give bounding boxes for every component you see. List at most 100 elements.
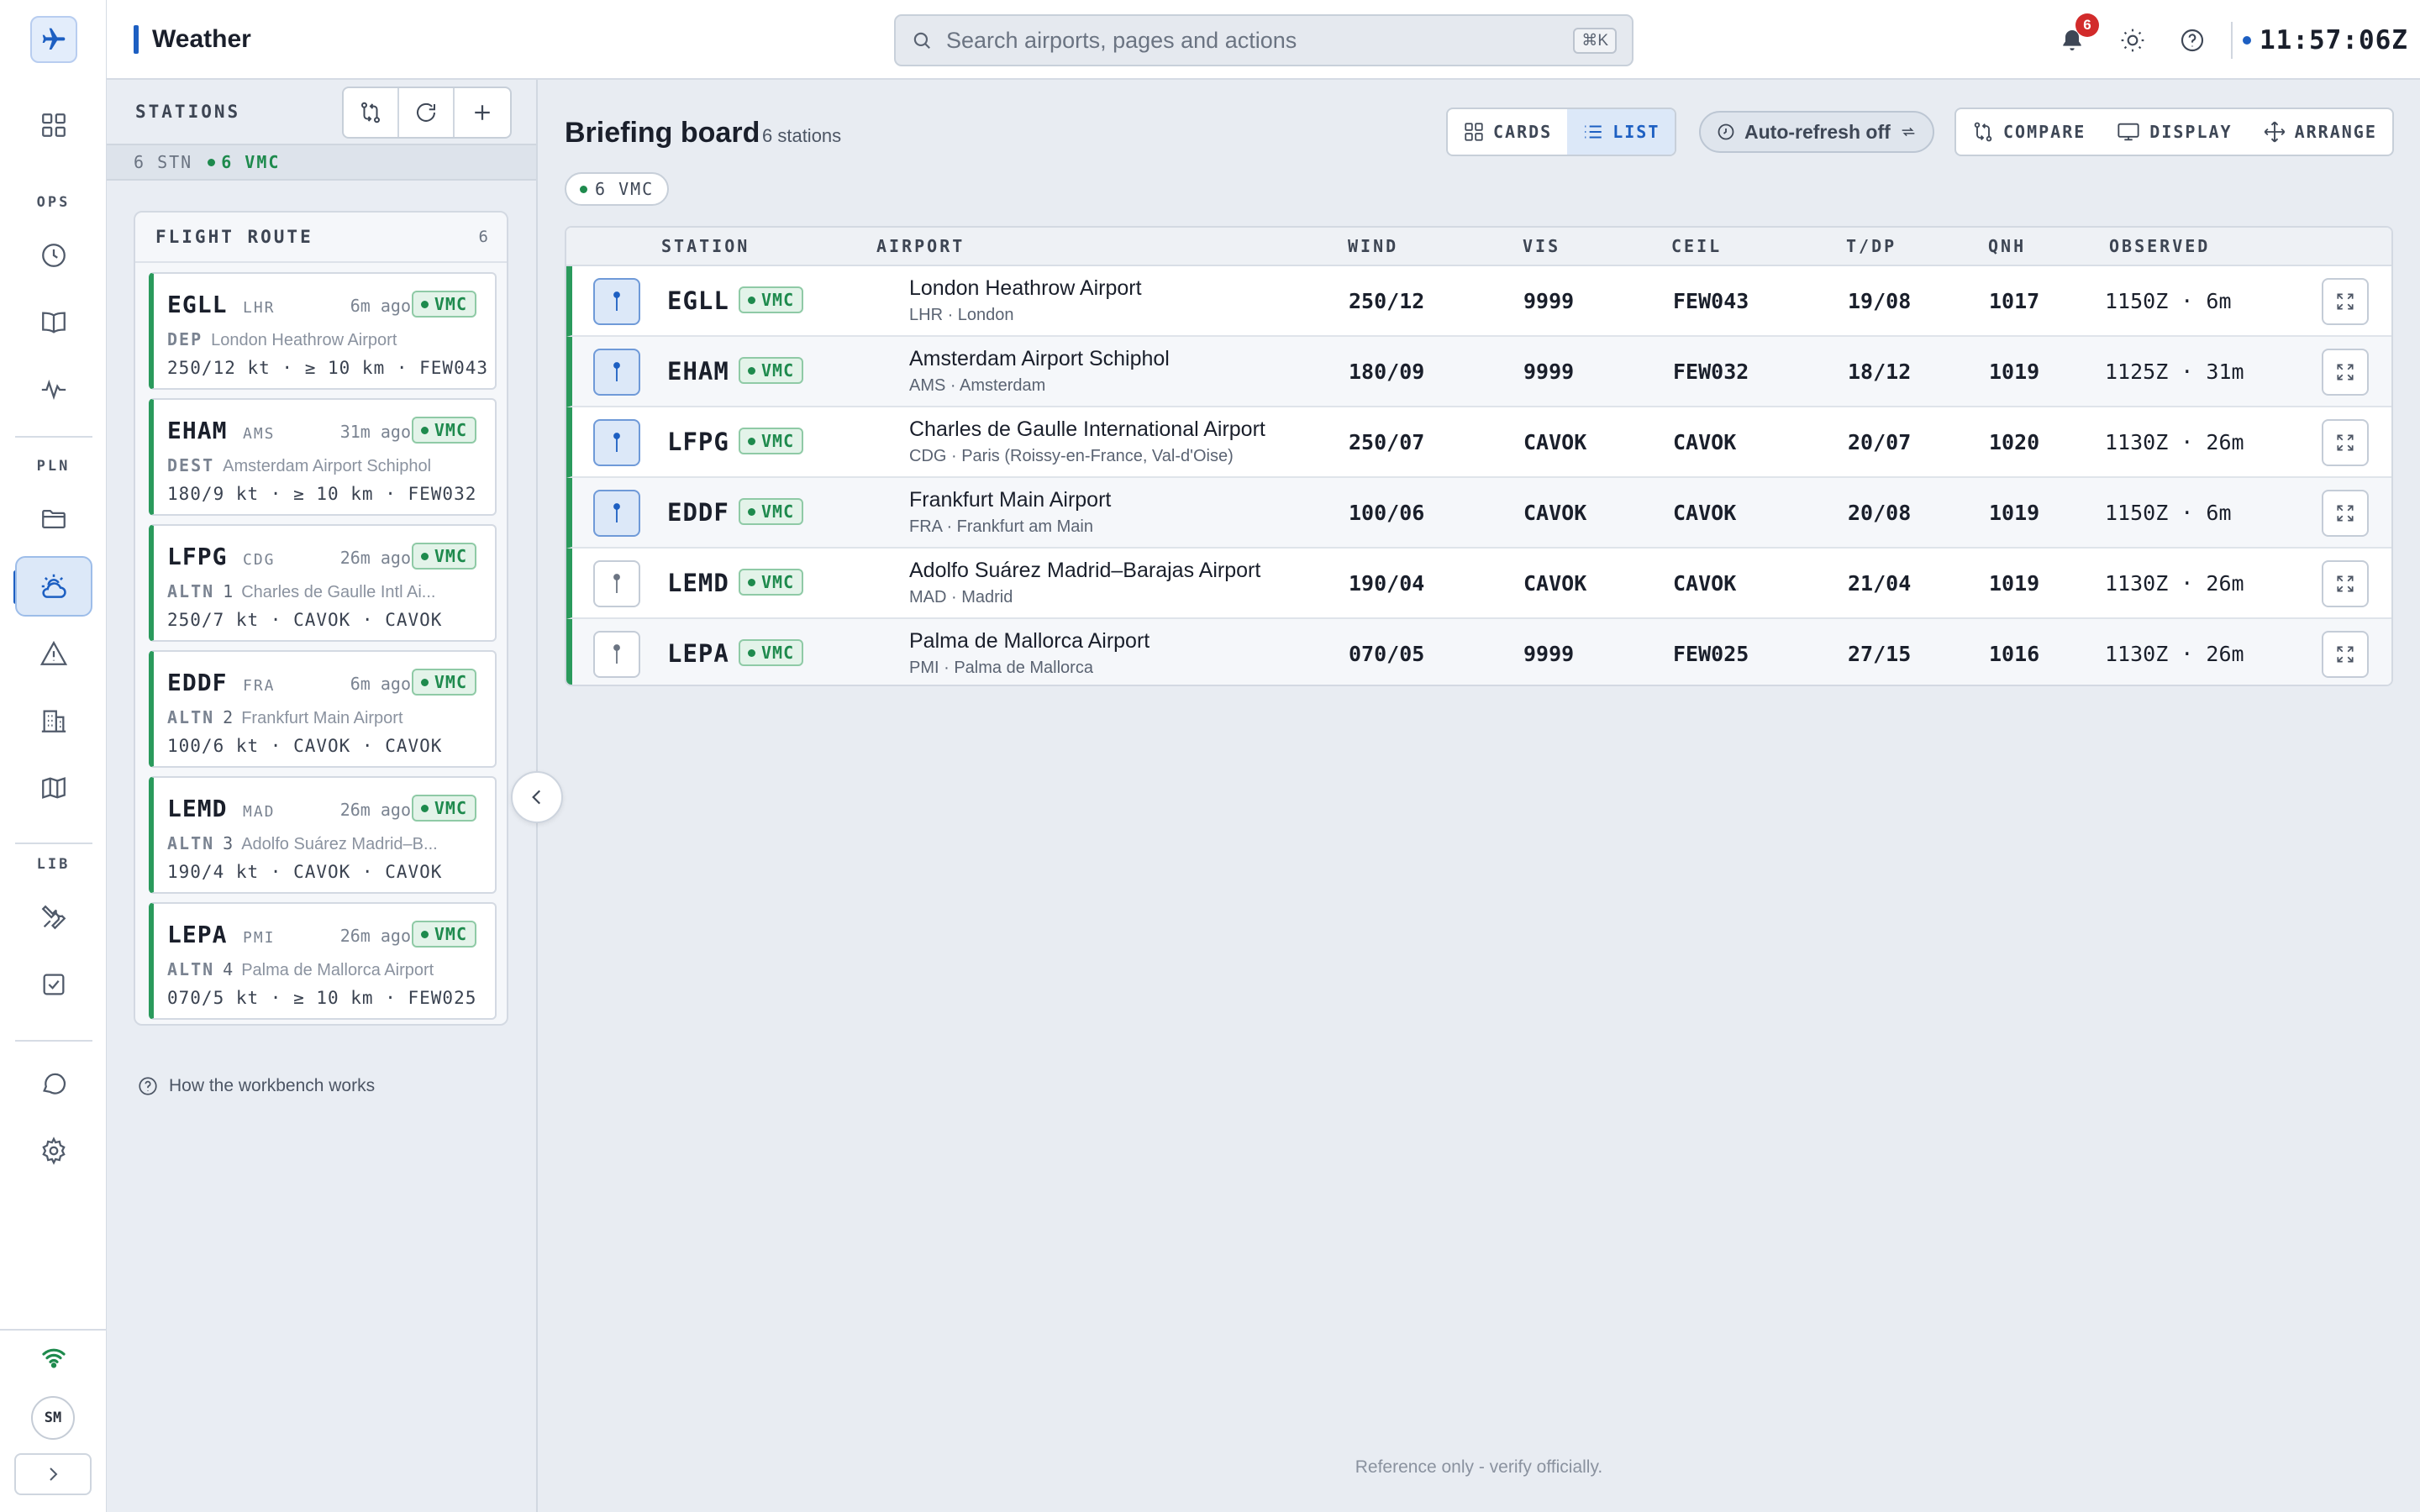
column-vis[interactable]: VIS	[1523, 236, 1560, 256]
checklist-icon[interactable]	[15, 954, 92, 1015]
airport-location: CDG · Paris (Roissy-en-France, Val-d'Ois…	[909, 447, 1234, 465]
table-row[interactable]: EHAM VMC Amsterdam Airport Schiphol AMS · A…	[566, 337, 2391, 407]
visibility-value: 9999	[1523, 642, 1575, 666]
view-cards-button[interactable]: CARDS	[1448, 109, 1567, 155]
airport-name: Charles de Gaulle International Airport	[909, 417, 1265, 441]
building-icon[interactable]	[15, 690, 92, 751]
add-station-plus-icon[interactable]	[455, 88, 510, 137]
vmc-dot	[748, 507, 755, 516]
table-row[interactable]: LEPA VMC Palma de Mallorca Airport PMI · Pa…	[566, 619, 2391, 685]
flight-category-text: VMC	[434, 924, 467, 944]
settings-gear-icon[interactable]	[15, 1121, 92, 1181]
flight-category-text: VMC	[434, 546, 467, 566]
search-shortcut-hint: ⌘K	[1573, 27, 1617, 54]
column-wind[interactable]: WIND	[1348, 236, 1398, 256]
view-toggle: CARDS LIST	[1446, 108, 1677, 156]
vmc-dot	[748, 296, 755, 304]
dashboard-grid-icon[interactable]	[15, 95, 92, 155]
column-qnh[interactable]: QNH	[1988, 236, 2026, 256]
display-button[interactable]: DISPLAY	[2101, 109, 2247, 155]
flight-route-count: 6	[478, 228, 488, 246]
table-row[interactable]: EDDF VMC Frankfurt Main Airport FRA · Frank…	[566, 478, 2391, 549]
expand-row-icon[interactable]	[2322, 349, 2369, 396]
airport-name: Palma de Mallorca Airport	[909, 629, 1150, 653]
flight-category-text: VMC	[761, 360, 795, 381]
theme-sun-icon[interactable]	[2111, 18, 2154, 62]
weather-cloud-sun-icon[interactable]	[15, 556, 92, 617]
column-tdp[interactable]: T/DP	[1846, 236, 1897, 256]
table-row[interactable]: EGLL VMC London Heathrow Airport LHR · Lond…	[566, 266, 2391, 337]
flight-category-badge: VMC	[411, 543, 476, 570]
flight-category-badge: VMC	[411, 921, 476, 948]
alternate-number: 3	[223, 833, 234, 853]
refresh-icon[interactable]	[399, 88, 455, 137]
app-logo-plane-icon[interactable]	[30, 16, 77, 63]
route-station-card[interactable]: EHAM AMS 31m ago VMC DEST Amsterdam Airport S…	[149, 398, 497, 516]
pin-icon[interactable]	[593, 419, 640, 466]
station-iata: AMS	[243, 425, 276, 443]
chat-icon[interactable]	[15, 1053, 92, 1114]
map-icon[interactable]	[15, 758, 92, 818]
route-station-card[interactable]: EGLL LHR 6m ago VMC DEP London Heathrow Airpo…	[149, 272, 497, 390]
station-icao: LEPA	[667, 639, 729, 668]
station-name: Amsterdam Airport Schiphol	[223, 457, 432, 475]
route-station-card[interactable]: LEPA PMI 26m ago VMC ALTN 4 Palma de Mallorca …	[149, 902, 497, 1020]
folder-icon[interactable]	[15, 489, 92, 549]
user-avatar[interactable]: SM	[31, 1396, 75, 1440]
help-question-icon[interactable]	[2170, 18, 2214, 62]
expand-row-icon[interactable]	[2322, 490, 2369, 537]
swap-order-icon[interactable]	[344, 88, 399, 137]
how-it-works-link[interactable]: How the workbench works	[137, 1075, 375, 1097]
column-station[interactable]: STATION	[661, 236, 750, 256]
flight-category-badge: VMC	[739, 357, 804, 384]
view-list-button[interactable]: LIST	[1567, 109, 1676, 155]
search-input[interactable]	[946, 27, 1574, 54]
qnh-value: 1016	[1989, 642, 2040, 666]
column-airport[interactable]: AIRPORT	[876, 236, 965, 256]
route-station-card[interactable]: EDDF FRA 6m ago VMC ALTN 2 Frankfurt Main Airp…	[149, 650, 497, 768]
table-row[interactable]: LFPG VMC Charles de Gaulle International A…	[566, 407, 2391, 478]
column-ceil[interactable]: CEIL	[1671, 236, 1722, 256]
pulse-icon[interactable]	[15, 360, 92, 420]
arrange-button[interactable]: ARRANGE	[2248, 109, 2392, 155]
app-title-text: Weather	[152, 25, 251, 53]
expand-rail-chevron-right-icon[interactable]	[14, 1453, 92, 1495]
table-row[interactable]: LEMD VMC Adolfo Suárez Madrid–Barajas Airp…	[566, 549, 2391, 619]
expand-row-icon[interactable]	[2322, 560, 2369, 607]
book-icon[interactable]	[15, 292, 92, 353]
airport-name: Adolfo Suárez Madrid–Barajas Airport	[909, 559, 1261, 582]
visibility-value: CAVOK	[1523, 430, 1587, 454]
notifications-bell-icon[interactable]: 6	[2050, 13, 2099, 62]
vmc-filter-chip[interactable]: 6 VMC	[565, 172, 670, 206]
search-box[interactable]: ⌘K	[894, 14, 1634, 66]
compare-button[interactable]: COMPARE	[1956, 109, 2101, 155]
warning-triangle-icon[interactable]	[15, 623, 92, 684]
expand-row-icon[interactable]	[2322, 631, 2369, 678]
pin-icon[interactable]	[593, 278, 640, 325]
vmc-dot	[748, 366, 755, 375]
wind-value: 250/12	[1349, 289, 1425, 313]
pin-icon[interactable]	[593, 349, 640, 396]
clock-icon[interactable]	[15, 225, 92, 286]
pin-icon[interactable]	[593, 631, 640, 678]
expand-row-icon[interactable]	[2322, 278, 2369, 325]
auto-refresh-toggle[interactable]: Auto-refresh off	[1699, 111, 1934, 153]
column-observed[interactable]: OBSERVED	[2109, 236, 2210, 256]
airport-location: LHR · London	[909, 306, 1014, 324]
station-name: Palma de Mallorca Airport	[241, 961, 434, 979]
pin-icon[interactable]	[593, 560, 640, 607]
list-icon	[1585, 125, 1602, 139]
route-station-card[interactable]: LFPG CDG 26m ago VMC ALTN 1 Charles de Gaulle …	[149, 524, 497, 642]
temp-dewpoint-value: 19/08	[1848, 289, 1912, 313]
airport-name: Amsterdam Airport Schiphol	[909, 347, 1170, 370]
pin-icon[interactable]	[593, 490, 640, 537]
timer-icon	[1718, 123, 1734, 140]
airport-location: PMI · Palma de Mallorca	[909, 659, 1093, 677]
vmc-dot	[420, 300, 429, 308]
tools-icon[interactable]	[15, 887, 92, 948]
observation-age: 26m ago	[339, 800, 411, 820]
how-it-works-text: How the workbench works	[169, 1076, 376, 1095]
expand-row-icon[interactable]	[2322, 419, 2369, 466]
qnh-value: 1017	[1989, 289, 2040, 313]
route-station-card[interactable]: LEMD MAD 26m ago VMC ALTN 3 Adolfo Suárez Madr…	[149, 776, 497, 894]
